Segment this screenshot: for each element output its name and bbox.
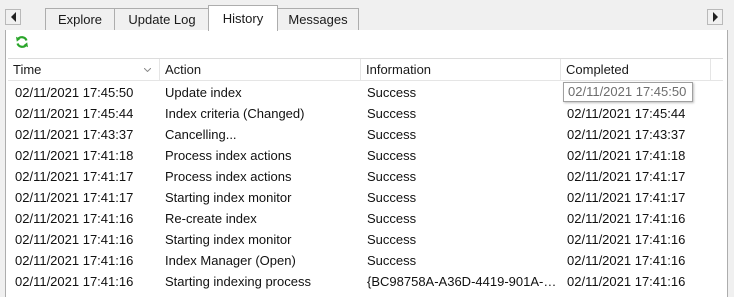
tab-explore[interactable]: Explore xyxy=(45,8,115,30)
cell-information: Success xyxy=(367,106,417,121)
cell-information: Success xyxy=(367,253,417,268)
table-row[interactable]: 02/11/2021 17:41:17 Starting index monit… xyxy=(8,187,723,208)
cell-completed: 02/11/2021 17:41:16 xyxy=(567,253,686,268)
cell-completed: 02/11/2021 17:41:17 xyxy=(567,169,686,184)
column-header-completed[interactable]: Completed xyxy=(561,59,711,81)
history-panel: Time Action Information Completed 02/11/… xyxy=(5,30,728,297)
cell-information: {BC98758A-A36D-4419-901A-E... xyxy=(367,274,559,289)
cell-action: Starting index monitor xyxy=(165,190,292,205)
tab-messages[interactable]: Messages xyxy=(277,8,359,30)
cell-time: 02/11/2021 17:41:16 xyxy=(15,211,134,226)
column-header-label: Time xyxy=(13,62,42,77)
history-table: Time Action Information Completed 02/11/… xyxy=(8,58,723,297)
table-row[interactable]: 02/11/2021 17:45:50 Update index Success… xyxy=(8,82,723,103)
table-row[interactable]: 02/11/2021 17:41:16 Re-create index Succ… xyxy=(8,208,723,229)
cell-time: 02/11/2021 17:41:16 xyxy=(15,274,134,289)
column-header-action[interactable]: Action xyxy=(160,59,361,81)
cell-completed: 02/11/2021 17:41:18 xyxy=(567,148,686,163)
cell-completed: 02/11/2021 17:41:16 xyxy=(567,211,686,226)
cell-time: 02/11/2021 17:45:50 xyxy=(15,85,134,100)
cell-completed: 02/11/2021 17:41:17 xyxy=(567,190,686,205)
cell-completed: 02/11/2021 17:41:16 xyxy=(567,274,686,289)
cell-time: 02/11/2021 17:41:17 xyxy=(15,190,134,205)
cell-information: Success xyxy=(367,190,417,205)
cell-action: Index Manager (Open) xyxy=(165,253,296,268)
refresh-icon[interactable] xyxy=(15,35,29,49)
cell-information: Success xyxy=(367,211,417,226)
arrow-left-icon xyxy=(10,12,16,22)
table-row[interactable]: 02/11/2021 17:41:16 Starting indexing pr… xyxy=(8,271,723,292)
table-row[interactable]: 02/11/2021 17:41:18 Process index action… xyxy=(8,145,723,166)
cell-action: Starting index monitor xyxy=(165,232,292,247)
cell-completed: 02/11/2021 17:43:37 xyxy=(567,127,686,142)
tab-scroll-left-button[interactable] xyxy=(5,9,21,25)
cell-time: 02/11/2021 17:41:18 xyxy=(15,148,134,163)
tab-strip: Explore Update Log History Messages xyxy=(0,0,734,31)
cell-completed: 02/11/2021 17:45:44 xyxy=(567,106,686,121)
table-row[interactable]: 02/11/2021 17:43:37 Cancelling... Succes… xyxy=(8,124,723,145)
cell-action: Update index xyxy=(165,85,242,100)
arrow-right-icon xyxy=(712,12,718,22)
sort-down-icon xyxy=(144,68,151,72)
column-header-time[interactable]: Time xyxy=(8,59,160,81)
cell-time: 02/11/2021 17:41:16 xyxy=(15,253,134,268)
cell-action: Index criteria (Changed) xyxy=(165,106,305,121)
cell-time: 02/11/2021 17:41:16 xyxy=(15,232,134,247)
cell-action: Cancelling... xyxy=(165,127,237,142)
cell-information: Success xyxy=(367,232,417,247)
cell-time: 02/11/2021 17:41:17 xyxy=(15,169,134,184)
table-header: Time Action Information Completed xyxy=(8,59,723,81)
cell-information: Success xyxy=(367,85,417,100)
cell-information: Success xyxy=(367,148,417,163)
tab-scroll-right-button[interactable] xyxy=(707,9,723,25)
cell-completed: 02/11/2021 17:45:50 xyxy=(563,82,693,102)
table-row[interactable]: 02/11/2021 17:41:17 Process index action… xyxy=(8,166,723,187)
table-row[interactable]: 02/11/2021 17:45:44 Index criteria (Chan… xyxy=(8,103,723,124)
cell-information: Success xyxy=(367,169,417,184)
tab-update-log[interactable]: Update Log xyxy=(114,8,210,30)
cell-action: Re-create index xyxy=(165,211,257,226)
column-header-information[interactable]: Information xyxy=(361,59,561,81)
cell-action: Process index actions xyxy=(165,148,292,163)
table-row[interactable]: 02/11/2021 17:41:16 Starting index monit… xyxy=(8,229,723,250)
cell-information: Success xyxy=(367,127,417,142)
cell-action: Process index actions xyxy=(165,169,292,184)
cell-completed: 02/11/2021 17:41:16 xyxy=(567,232,686,247)
tab-history[interactable]: History xyxy=(208,5,278,31)
table-row[interactable]: 02/11/2021 17:41:16 Index Manager (Open)… xyxy=(8,250,723,271)
cell-time: 02/11/2021 17:45:44 xyxy=(15,106,134,121)
cell-time: 02/11/2021 17:43:37 xyxy=(15,127,134,142)
cell-action: Starting indexing process xyxy=(165,274,311,289)
